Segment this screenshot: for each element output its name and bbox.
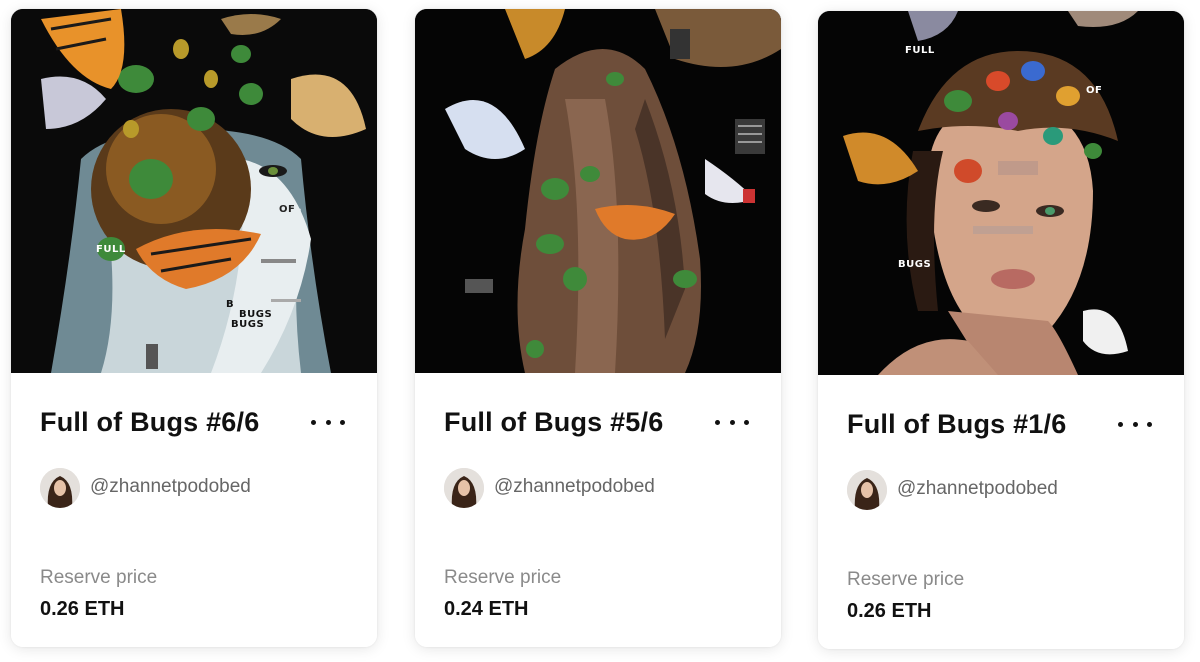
more-dots-icon bbox=[715, 419, 720, 425]
art-text: FULL bbox=[96, 244, 126, 255]
more-options-button[interactable] bbox=[311, 413, 345, 431]
art-text: OF bbox=[279, 204, 296, 215]
art-text: BUGS bbox=[231, 319, 265, 330]
price-section: Reserve price 0.24 ETH bbox=[415, 536, 781, 647]
reserve-price-label: Reserve price bbox=[444, 567, 562, 588]
avatar[interactable] bbox=[847, 470, 887, 510]
nft-title[interactable]: Full of Bugs #1/6 bbox=[847, 409, 1066, 440]
reserve-price-value: 0.26 ETH bbox=[40, 598, 125, 620]
art-text: OF bbox=[1086, 85, 1103, 96]
art-text: BUGS bbox=[898, 259, 932, 270]
reserve-price-value: 0.26 ETH bbox=[847, 600, 932, 622]
nft-title[interactable]: Full of Bugs #6/6 bbox=[40, 407, 259, 438]
more-dots-icon bbox=[311, 419, 316, 425]
artwork-illustration bbox=[415, 9, 781, 373]
artwork-image[interactable]: FULL OF B BUGS BUGS bbox=[11, 9, 377, 373]
more-options-button[interactable] bbox=[1118, 415, 1152, 433]
nft-card[interactable]: FULL OF BUGS Full of Bugs #1/6 @zhannetp… bbox=[818, 11, 1184, 649]
price-section: Reserve price 0.26 ETH bbox=[11, 536, 377, 647]
card-info: Full of Bugs #6/6 @zhannetpodobed bbox=[11, 373, 377, 536]
nft-card[interactable]: FULL OF B BUGS BUGS Full of Bugs #6/6 @z… bbox=[11, 9, 377, 647]
creator-username[interactable]: @zhannetpodobed bbox=[897, 478, 1058, 500]
price-section: Reserve price 0.26 ETH bbox=[818, 538, 1184, 649]
avatar[interactable] bbox=[40, 468, 80, 508]
artwork-image[interactable] bbox=[415, 9, 781, 373]
card-info: Full of Bugs #5/6 @zhannetpodobed bbox=[415, 373, 781, 536]
card-info: Full of Bugs #1/6 @zhannetpodobed bbox=[818, 375, 1184, 538]
artwork-illustration bbox=[818, 11, 1184, 375]
nft-card[interactable]: Full of Bugs #5/6 @zhannetpodobed Reserv… bbox=[415, 9, 781, 647]
reserve-price-value: 0.24 ETH bbox=[444, 598, 529, 620]
more-dots-icon bbox=[1118, 421, 1123, 427]
more-options-button[interactable] bbox=[715, 413, 749, 431]
artwork-illustration bbox=[11, 9, 377, 373]
nft-title[interactable]: Full of Bugs #5/6 bbox=[444, 407, 663, 438]
creator-username[interactable]: @zhannetpodobed bbox=[494, 476, 655, 498]
avatar[interactable] bbox=[444, 468, 484, 508]
art-text: FULL bbox=[905, 45, 935, 56]
reserve-price-label: Reserve price bbox=[40, 567, 158, 588]
creator-username[interactable]: @zhannetpodobed bbox=[90, 476, 251, 498]
art-text: B bbox=[226, 299, 235, 310]
artwork-image[interactable]: FULL OF BUGS bbox=[818, 11, 1184, 375]
reserve-price-label: Reserve price bbox=[847, 569, 965, 590]
